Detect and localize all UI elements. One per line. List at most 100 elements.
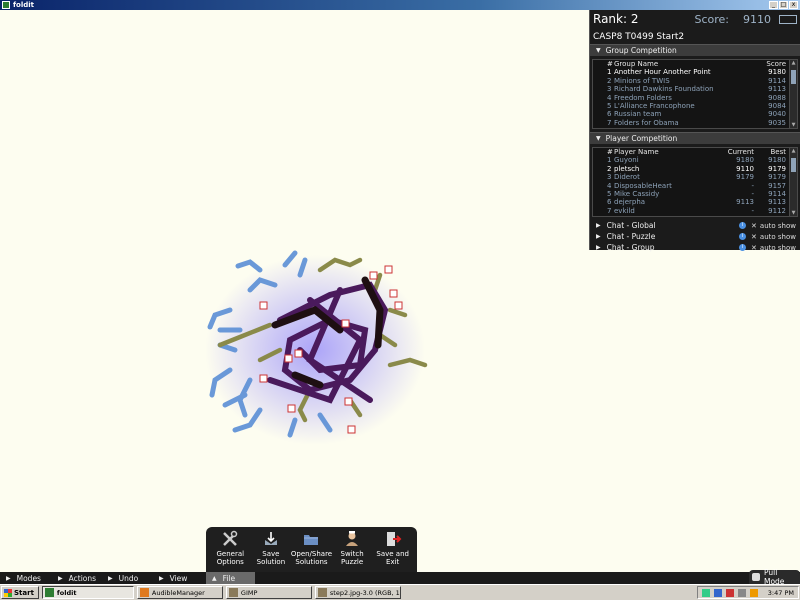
system-tray: 3:47 PM — [696, 586, 799, 599]
menu-view[interactable]: ▶ View — [159, 572, 187, 584]
auto-show-label[interactable]: auto show — [760, 222, 796, 230]
chat-label: Chat - Group — [606, 243, 655, 252]
expand-triangle-icon: ▶ — [596, 244, 601, 251]
player-row[interactable]: 1 Guyoni 9180 9180 — [593, 156, 797, 164]
save-and-exit-button[interactable]: Save and Exit — [373, 530, 413, 572]
windows-logo-icon — [4, 588, 12, 597]
scroll-down-icon[interactable]: ▼ — [790, 122, 797, 128]
switch-puzzle-button[interactable]: Switch Puzzle — [332, 530, 372, 572]
scroll-thumb[interactable] — [791, 158, 796, 172]
tools-icon — [223, 530, 238, 546]
close-button[interactable]: x — [789, 1, 798, 9]
save-icon — [264, 532, 277, 545]
auto-show-label[interactable]: auto show — [760, 244, 796, 252]
menu-modes[interactable]: ▶ Modes — [6, 572, 41, 584]
collapse-triangle-icon: ▲ — [212, 574, 217, 582]
group-row[interactable]: 1 Another Hour Another Point 9180 — [593, 68, 797, 76]
network-icon[interactable] — [701, 588, 710, 597]
chat-row[interactable]: ▶ Chat - Puzzle i ✕ auto show — [590, 231, 800, 242]
switch-puzzle-icon — [346, 531, 359, 546]
info-icon[interactable]: i — [739, 233, 747, 240]
exit-icon — [386, 532, 402, 546]
collapse-triangle-icon: ▼ — [596, 47, 601, 54]
table-header-row: # Player Name Current Best — [607, 148, 786, 156]
bottom-menu-bar: ▶ Modes ▶ Actions ▶ Undo ▶ View ▲ File — [0, 572, 800, 584]
expand-triangle-icon: ▶ — [108, 574, 113, 582]
collapse-triangle-icon: ▼ — [596, 135, 601, 142]
update-icon[interactable] — [749, 588, 758, 597]
gimp-image-icon — [317, 588, 327, 597]
player-scrollbar[interactable]: ▲ ▼ — [789, 148, 797, 216]
player-row[interactable]: 2 pletsch 9110 9179 — [593, 165, 797, 173]
player-row[interactable]: 5 Mike Cassidy -9114 — [593, 190, 797, 198]
player-row[interactable]: 3 Diderot 9179 9179 — [593, 173, 797, 181]
folder-icon — [304, 535, 319, 545]
menu-actions[interactable]: ▶ Actions — [58, 572, 96, 584]
group-row[interactable]: 2 Minions of TWIS 9114 — [593, 77, 797, 85]
foldit-app-icon — [2, 1, 10, 9]
taskbar-item-audiblemanager[interactable]: AudibleManager — [136, 586, 223, 599]
maximize-button[interactable]: □ — [779, 1, 788, 9]
auto-show-label[interactable]: auto show — [760, 233, 796, 241]
menu-file[interactable]: ▲ File — [206, 572, 256, 584]
file-action-bar: General Options Save Solution Open/Share… — [206, 527, 417, 572]
scroll-thumb[interactable] — [791, 70, 796, 84]
group-row[interactable]: 7 Folders for Obama 9035 — [593, 119, 797, 127]
pull-mode-button[interactable]: Pull Mode — [749, 568, 800, 586]
clock: 3:47 PM — [767, 588, 794, 597]
group-table: # Group Name Score 1 Another Hour Another… — [592, 59, 798, 129]
player-row[interactable]: 4 DisposableHeart -9157 — [593, 182, 797, 190]
info-icon[interactable]: i — [739, 222, 747, 229]
info-icon[interactable]: i — [739, 244, 747, 251]
gimp-icon — [228, 588, 238, 597]
scroll-up-icon[interactable]: ▲ — [790, 148, 797, 154]
taskbar-item-gimp[interactable]: GIMP — [225, 586, 312, 599]
player-competition-header[interactable]: ▼ Player Competition — [590, 132, 800, 144]
score-label: Score: — [694, 12, 729, 26]
security-icon[interactable] — [725, 588, 734, 597]
hand-icon — [752, 573, 760, 581]
expand-triangle-icon: ▶ — [6, 574, 11, 582]
chat-label: Chat - Puzzle — [606, 232, 656, 241]
close-x-icon[interactable]: ✕ — [751, 233, 757, 241]
group-row[interactable]: 5 L'Alliance Francophone 9084 — [593, 102, 797, 110]
menu-undo[interactable]: ▶ Undo — [108, 572, 138, 584]
os-taskbar: Start foldit AudibleManager GIMP step2.j… — [0, 584, 800, 600]
expand-triangle-icon: ▶ — [596, 222, 601, 229]
close-x-icon[interactable]: ✕ — [751, 244, 757, 252]
table-header-row: # Group Name Score — [607, 60, 786, 68]
player-competition-label: Player Competition — [605, 134, 678, 143]
player-row[interactable]: 7 evkild -9112 — [593, 207, 797, 215]
player-row[interactable]: 6 dejerpha 9113 9113 — [593, 198, 797, 206]
group-scrollbar[interactable]: ▲ ▼ — [789, 60, 797, 128]
start-button[interactable]: Start — [1, 586, 39, 599]
bluetooth-icon[interactable] — [713, 588, 722, 597]
taskbar-item-foldit[interactable]: foldit — [41, 586, 134, 599]
scroll-down-icon[interactable]: ▼ — [790, 210, 797, 216]
scroll-up-icon[interactable]: ▲ — [790, 60, 797, 66]
chat-row[interactable]: ▶ Chat - Group i ✕ auto show — [590, 242, 800, 253]
save-solution-button[interactable]: Save Solution — [251, 530, 291, 572]
protein-structure[interactable] — [200, 250, 430, 450]
group-row[interactable]: 6 Russian team 9040 — [593, 110, 797, 118]
minimize-button[interactable]: _ — [769, 1, 778, 9]
score-toggle-button[interactable] — [779, 14, 797, 24]
group-competition-header[interactable]: ▼ Group Competition — [590, 44, 800, 56]
close-x-icon[interactable]: ✕ — [751, 222, 757, 230]
window-title-bar[interactable]: foldit _ □ x — [0, 0, 800, 10]
taskbar-item-step2[interactable]: step2.jpg-3.0 (RGB, 1 la... — [314, 586, 401, 599]
volume-icon[interactable] — [737, 588, 746, 597]
general-options-button[interactable]: General Options — [210, 530, 250, 572]
audible-icon — [139, 588, 149, 597]
chat-label: Chat - Global — [606, 221, 656, 230]
competition-panel: Rank: 2 Score: 9110 CASP8 T0499 Start2 ▼… — [589, 10, 800, 253]
player-table: # Player Name Current Best 1 Guyoni 9180 91… — [592, 147, 798, 217]
score-value: 9110 — [743, 12, 771, 26]
rank-label: Rank: 2 — [593, 12, 639, 26]
group-row[interactable]: 3 Richard Dawkins Foundation 9113 — [593, 85, 797, 93]
expand-triangle-icon: ▶ — [159, 574, 164, 582]
open-share-solutions-button[interactable]: Open/Share Solutions — [291, 530, 332, 572]
puzzle-title: CASP8 T0499 Start2 — [593, 32, 685, 42]
chat-row[interactable]: ▶ Chat - Global i ✕ auto show — [590, 220, 800, 231]
group-row[interactable]: 4 Freedom Folders 9088 — [593, 94, 797, 102]
